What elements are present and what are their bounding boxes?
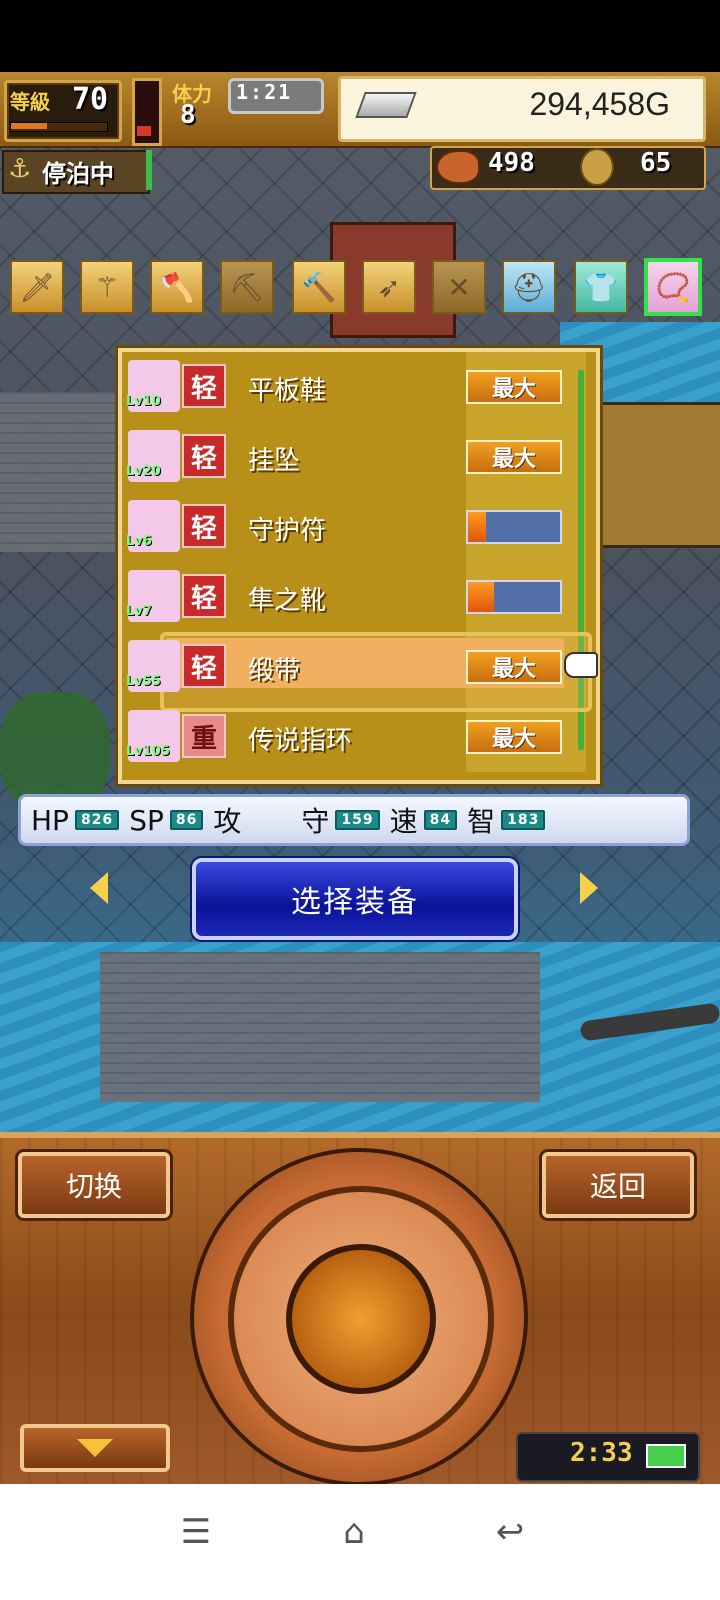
tab-armor[interactable]: 👕: [574, 260, 628, 314]
food-value: 498: [488, 148, 535, 178]
intellect-value: 183: [501, 810, 546, 830]
tab-helmet[interactable]: ⛑: [502, 260, 556, 314]
list-item[interactable]: Lv6 轻 守护符: [122, 496, 582, 562]
tab-crossbow[interactable]: ✕: [432, 260, 486, 314]
dock-indicator: [146, 150, 152, 190]
tab-axe[interactable]: 🪓: [150, 260, 204, 314]
tab-hammer[interactable]: 🔨: [292, 260, 346, 314]
switch-button[interactable]: 切换: [18, 1152, 170, 1218]
stamina-value: 8: [180, 100, 196, 130]
menu-down-button[interactable]: [20, 1424, 170, 1472]
speed-value: 84: [423, 810, 458, 830]
max-badge: 最大: [466, 440, 562, 474]
max-badge: 最大: [466, 720, 562, 754]
upgrade-progress-fill: [468, 582, 494, 612]
item-level: Lv7: [126, 604, 152, 619]
weight-badge: 轻: [182, 434, 226, 478]
weight-badge: 轻: [182, 504, 226, 548]
game-time: 2:33: [570, 1438, 633, 1468]
tab-sword[interactable]: 🗡: [10, 260, 64, 314]
tab-pickaxe[interactable]: ⛏: [220, 260, 274, 314]
defense-value: 159: [335, 810, 380, 830]
armor-icon: 👕: [583, 270, 619, 304]
stats-bar: HP 826 SP 86 攻 守 159 速 84 智 183: [18, 794, 690, 846]
hammer-icon: 🔨: [301, 270, 337, 304]
back-button[interactable]: 返回: [542, 1152, 694, 1218]
item-name: 隼之靴: [248, 586, 327, 616]
tab-bow[interactable]: ➶: [362, 260, 416, 314]
battery-icon: [646, 1444, 686, 1468]
sp-value: 86: [169, 810, 204, 830]
pointer-hand-icon: [564, 652, 598, 678]
chevron-down-icon: [77, 1439, 113, 1457]
list-item[interactable]: Lv20 轻 挂坠 最大: [122, 426, 582, 492]
dock-status-label: 停泊中: [42, 160, 114, 188]
hp-label: HP: [31, 803, 69, 837]
list-item[interactable]: Lv105 重 传说指环 最大: [122, 706, 582, 772]
upgrade-progress-bar: [466, 510, 562, 544]
bow-icon: ➶: [377, 270, 401, 304]
food-icon: [436, 150, 480, 184]
attack-label: 攻: [213, 805, 242, 838]
tab-staff[interactable]: ⚚: [80, 260, 134, 314]
item-name: 挂坠: [248, 446, 301, 476]
level-label: 等級: [10, 90, 50, 114]
weight-badge: 重: [182, 714, 226, 758]
item-level: Lv6: [126, 534, 152, 549]
sword-icon: 🗡: [19, 270, 55, 304]
level-value: 70: [72, 82, 109, 117]
home-icon[interactable]: ⌂: [330, 1508, 378, 1556]
next-arrow-icon[interactable]: [580, 872, 598, 904]
staff-icon: ⚚: [94, 270, 120, 304]
max-badge: 最大: [466, 370, 562, 404]
upgrade-progress-fill: [468, 512, 487, 542]
sp-label: SP: [129, 803, 164, 837]
upgrade-progress-bar: [466, 580, 562, 614]
accessory-icon: 📿: [655, 270, 691, 304]
medal-value: 65: [640, 148, 672, 178]
exp-bar-fill: [11, 123, 47, 129]
list-item[interactable]: Lv7 轻 隼之靴: [122, 566, 582, 632]
list-item[interactable]: Lv10 轻 平板鞋 最大: [122, 356, 582, 422]
prev-arrow-icon[interactable]: [90, 872, 108, 904]
item-level: Lv10: [126, 394, 161, 409]
back-nav-icon[interactable]: ↩: [486, 1508, 534, 1556]
axe-icon: 🪓: [159, 270, 195, 304]
speed-label: 速: [389, 805, 418, 838]
menu-icon[interactable]: ☰: [172, 1508, 220, 1556]
helmet-icon: ⛑: [511, 270, 547, 304]
max-badge: 最大: [466, 650, 562, 684]
item-level: Lv55: [126, 674, 161, 689]
item-name: 守护符: [248, 516, 327, 546]
select-equipment-button[interactable]: 选择装备: [192, 858, 518, 940]
health-vial-fill: [137, 126, 151, 136]
list-item-selected[interactable]: Lv55 轻 缎带 最大: [122, 636, 582, 702]
pickaxe-icon: ⛏: [229, 270, 265, 304]
tab-accessory[interactable]: 📿: [644, 258, 702, 316]
clock-time: 1:21: [236, 80, 293, 104]
confirm-button[interactable]: [286, 1244, 436, 1394]
gold-amount: 294,458G: [529, 86, 670, 122]
item-name: 传说指环: [248, 726, 353, 756]
item-level: Lv20: [126, 464, 161, 479]
item-name: 平板鞋: [248, 376, 327, 406]
weight-badge: 轻: [182, 364, 226, 408]
intellect-label: 智: [467, 805, 496, 838]
hp-value: 826: [74, 810, 120, 830]
crossbow-icon: ✕: [447, 270, 471, 304]
anchor-icon: ⚓: [8, 154, 32, 184]
weight-badge: 轻: [182, 574, 226, 618]
status-bar: [0, 0, 720, 72]
defense-label: 守: [301, 805, 330, 838]
medal-icon: [580, 148, 614, 186]
weight-badge: 轻: [182, 644, 226, 688]
item-name: 缎带: [248, 656, 301, 686]
item-level: Lv105: [126, 744, 170, 759]
silver-ingot-icon: [355, 92, 417, 118]
